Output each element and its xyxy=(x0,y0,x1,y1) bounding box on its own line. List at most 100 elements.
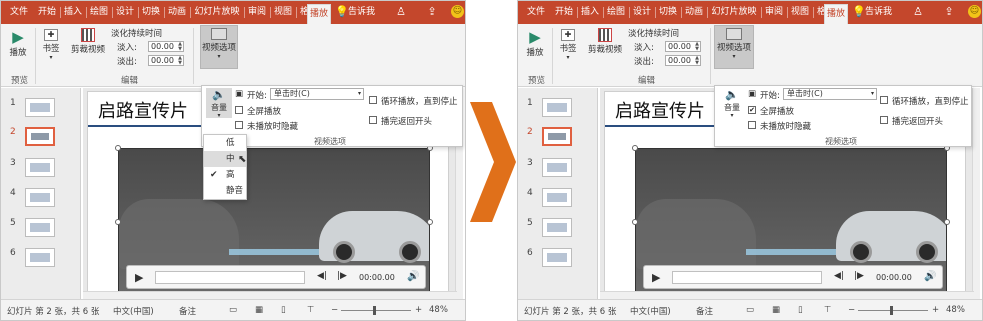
zoom-out-icon[interactable]: − xyxy=(848,305,855,315)
fullscreen-checkbox[interactable] xyxy=(235,106,243,114)
tab-review[interactable]: 审阅 xyxy=(245,5,269,20)
notes-button[interactable]: 备注 xyxy=(696,305,713,317)
resize-handle[interactable] xyxy=(632,219,638,225)
step-back-icon[interactable]: ◀| xyxy=(317,271,327,281)
fade-in-spinner[interactable]: 00.00 ▲ ▼ xyxy=(148,41,184,52)
progress-track[interactable] xyxy=(155,271,305,284)
notes-button[interactable]: 备注 xyxy=(179,305,196,317)
resize-handle[interactable] xyxy=(115,145,121,151)
vertical-scrollbar[interactable] xyxy=(972,88,980,300)
zoom-level[interactable]: 48% xyxy=(429,305,448,315)
slide-thumbnail[interactable] xyxy=(25,188,55,207)
tab-design[interactable]: 设计 xyxy=(630,5,654,20)
zoom-slider-knob[interactable] xyxy=(890,306,893,315)
tab-review[interactable]: 审阅 xyxy=(762,5,786,20)
resize-handle[interactable] xyxy=(427,219,433,225)
language-indicator[interactable]: 中文(中国) xyxy=(113,305,154,317)
tab-slideshow[interactable]: 幻灯片放映 xyxy=(191,5,243,20)
normal-view-icon[interactable]: ▭ xyxy=(746,305,754,315)
play-icon[interactable]: ▶ xyxy=(652,271,660,284)
speaker-icon[interactable]: 🔊 xyxy=(407,271,419,282)
slide-title[interactable]: 启路宣传片 xyxy=(98,97,188,123)
tab-file[interactable]: 文件 xyxy=(5,5,33,20)
slide-title[interactable]: 启路宣传片 xyxy=(615,97,705,123)
step-forward-icon[interactable]: |▶ xyxy=(854,271,864,281)
slide-sorter-icon[interactable]: ▦ xyxy=(255,305,263,315)
resize-handle[interactable] xyxy=(944,219,950,225)
smiley-feedback-icon[interactable]: ☺ xyxy=(451,5,464,18)
slide-thumbnail[interactable] xyxy=(25,218,55,237)
loop-checkbox[interactable] xyxy=(880,96,888,104)
tab-playback[interactable]: 播放 xyxy=(824,4,848,24)
tab-view[interactable]: 视图 xyxy=(271,5,295,20)
slide-thumbnail[interactable] xyxy=(25,98,55,117)
slide-thumbnail[interactable] xyxy=(25,248,55,267)
play-icon[interactable]: ▶ xyxy=(135,271,143,284)
slide-thumbnail[interactable] xyxy=(542,158,572,177)
play-button[interactable]: ▶ 播放 xyxy=(7,28,29,58)
tab-animations[interactable]: 动画 xyxy=(682,5,706,20)
zoom-slider[interactable] xyxy=(858,310,928,311)
reading-view-icon[interactable]: ▯ xyxy=(798,305,803,315)
normal-view-icon[interactable]: ▭ xyxy=(229,305,237,315)
start-select[interactable]: 单击时(C) ▾ xyxy=(270,88,364,100)
hide-not-playing-checkbox[interactable] xyxy=(235,121,243,129)
zoom-level[interactable]: 48% xyxy=(946,305,965,315)
slide-thumbnail-selected[interactable] xyxy=(25,127,55,146)
tab-draw[interactable]: 绘图 xyxy=(87,5,111,20)
trim-video-button[interactable]: 剪裁视频 xyxy=(586,27,624,55)
volume-mute[interactable]: 静音 xyxy=(204,183,246,199)
tell-me-search[interactable]: 告诉我 xyxy=(865,5,892,20)
zoom-slider-knob[interactable] xyxy=(373,306,376,315)
tab-home[interactable]: 开始 xyxy=(35,5,59,20)
bookmark-button[interactable]: ✚ 书签 ▾ xyxy=(556,27,580,61)
resize-handle[interactable] xyxy=(632,145,638,151)
speaker-icon[interactable]: 🔊 xyxy=(924,271,936,282)
share-icon[interactable]: ⇪ xyxy=(942,5,956,19)
rewind-checkbox[interactable] xyxy=(880,116,888,124)
slide-thumbnail[interactable] xyxy=(542,188,572,207)
volume-button[interactable]: 🔈 音量 ▾ xyxy=(719,88,745,119)
tab-insert[interactable]: 插入 xyxy=(61,5,85,20)
slide-thumbnail-selected[interactable] xyxy=(542,127,572,146)
step-forward-icon[interactable]: |▶ xyxy=(337,271,347,281)
reading-view-icon[interactable]: ▯ xyxy=(281,305,286,315)
zoom-in-icon[interactable]: + xyxy=(415,305,422,315)
fade-out-spinner[interactable]: 00.00 ▲ ▼ xyxy=(148,55,184,66)
volume-low[interactable]: 低 xyxy=(204,135,246,151)
tab-design[interactable]: 设计 xyxy=(113,5,137,20)
step-back-icon[interactable]: ◀| xyxy=(834,271,844,281)
progress-track[interactable] xyxy=(672,271,822,284)
resize-handle[interactable] xyxy=(115,219,121,225)
zoom-out-icon[interactable]: − xyxy=(331,305,338,315)
trim-video-button[interactable]: 剪裁视频 xyxy=(69,27,107,55)
fade-in-spinner[interactable]: 00.00 ▲ ▼ xyxy=(665,41,701,52)
zoom-in-icon[interactable]: + xyxy=(932,305,939,315)
slide-thumbnail[interactable] xyxy=(25,158,55,177)
tab-file[interactable]: 文件 xyxy=(522,5,550,20)
volume-button[interactable]: 🔈 音量 ▾ xyxy=(206,88,232,119)
tab-animations[interactable]: 动画 xyxy=(165,5,189,20)
smiley-feedback-icon[interactable]: ☺ xyxy=(968,5,981,18)
tab-home[interactable]: 开始 xyxy=(552,5,576,20)
fullscreen-checkbox[interactable]: ✔ xyxy=(748,106,756,114)
tell-me-search[interactable]: 告诉我 xyxy=(348,5,375,20)
rewind-checkbox[interactable] xyxy=(369,116,377,124)
slide-thumbnail[interactable] xyxy=(542,218,572,237)
video-options-button[interactable]: 视频选项 ▾ xyxy=(714,25,754,69)
tab-transitions[interactable]: 切换 xyxy=(656,5,680,20)
bookmark-button[interactable]: ✚ 书签 ▾ xyxy=(39,27,63,61)
slide-thumbnail[interactable] xyxy=(542,248,572,267)
slideshow-icon[interactable]: ⊤ xyxy=(824,305,831,315)
zoom-slider[interactable] xyxy=(341,310,411,311)
slide-thumbnail[interactable] xyxy=(542,98,572,117)
user-icon[interactable]: ♙ xyxy=(911,5,925,19)
hide-not-playing-checkbox[interactable] xyxy=(748,121,756,129)
fade-out-spinner[interactable]: 00.00 ▲ ▼ xyxy=(665,55,701,66)
start-select[interactable]: 单击时(C) ▾ xyxy=(783,88,877,100)
tab-slideshow[interactable]: 幻灯片放映 xyxy=(708,5,760,20)
tab-transitions[interactable]: 切换 xyxy=(139,5,163,20)
slideshow-icon[interactable]: ⊤ xyxy=(307,305,314,315)
share-icon[interactable]: ⇪ xyxy=(425,5,439,19)
tab-draw[interactable]: 绘图 xyxy=(604,5,628,20)
